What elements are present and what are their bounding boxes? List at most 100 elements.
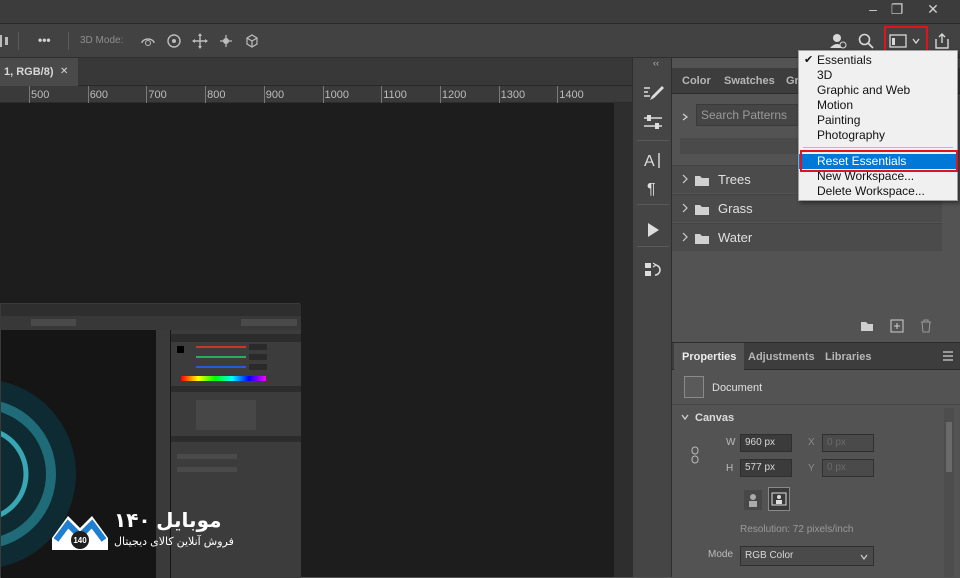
ruler-tick [498, 86, 500, 103]
ruler-tick [263, 86, 265, 103]
title-bar: ‒ ❐ ✕ [0, 0, 960, 24]
reset-essentials-highlight [800, 150, 958, 172]
adjustments-icon[interactable] [640, 110, 666, 134]
folder-label: Water [718, 230, 753, 245]
link-icon[interactable] [690, 446, 700, 464]
character-icon[interactable]: A [640, 148, 666, 172]
restore-button[interactable]: ❐ [880, 0, 914, 18]
ruler-tick [381, 86, 383, 103]
document-icon [684, 376, 704, 398]
ruler-tick [87, 86, 89, 103]
menu-item-3d[interactable]: 3D [799, 68, 957, 83]
user-icon[interactable] [828, 31, 848, 51]
chevron-down-icon [860, 554, 868, 560]
x-field[interactable]: 0 px [822, 434, 874, 452]
width-field[interactable]: 960 px [740, 434, 792, 452]
landscape-orientation-icon[interactable] [768, 487, 790, 511]
align-icon[interactable] [0, 33, 10, 49]
pattern-folder-water[interactable]: Water [672, 223, 942, 251]
svg-text:¶: ¶ [647, 181, 656, 198]
document-tab-title: 1, RGB/8) [4, 66, 54, 78]
ruler-label: 1000 [324, 89, 349, 101]
workspace-switcher-highlight [884, 26, 928, 52]
y-label: Y [808, 463, 815, 474]
y-field[interactable]: 0 px [822, 459, 874, 477]
menu-item-graphic-and-web[interactable]: Graphic and Web [799, 83, 957, 98]
properties-panel-tabs: Properties Adjustments Libraries [672, 342, 960, 371]
menu-item-essentials[interactable]: Essentials [799, 53, 957, 68]
chevron-right-icon[interactable] [680, 112, 690, 122]
search-icon[interactable] [856, 31, 876, 51]
3d-roll-icon[interactable] [164, 31, 184, 51]
close-tab-icon[interactable]: ✕ [60, 58, 68, 86]
pattern-toolbar [680, 138, 798, 154]
properties-scrollbar[interactable] [944, 408, 954, 577]
svg-text:A: A [644, 153, 655, 170]
new-group-icon[interactable] [860, 320, 874, 332]
ruler-tick [322, 86, 324, 103]
play-action-icon[interactable] [640, 218, 666, 242]
ruler-tick [557, 86, 559, 103]
portrait-orientation-icon[interactable] [744, 490, 762, 510]
logo-mark: 140 [52, 516, 108, 550]
3d-orbit-icon[interactable] [138, 31, 158, 51]
ruler-label: 800 [207, 89, 226, 101]
close-window-button[interactable]: ✕ [916, 0, 950, 18]
collapse-panels-icon[interactable]: ‹‹ [653, 58, 659, 68]
menu-item-motion[interactable]: Motion [799, 98, 957, 113]
new-pattern-icon[interactable] [890, 319, 904, 333]
ruler-label: 1200 [441, 89, 467, 101]
ruler-label: 1300 [500, 89, 526, 101]
ruler-label: 1100 [383, 89, 407, 101]
horizontal-ruler: 500 600 700 800 900 1000 1100 1200 1300 1400 [0, 86, 632, 103]
menu-separator [803, 147, 953, 148]
resolution-text: Resolution: 72 pixels/inch [740, 524, 854, 535]
divider [637, 140, 669, 141]
canvas-section-title: Canvas [695, 412, 735, 424]
ruler-tick [205, 86, 207, 103]
folder-label: Trees [718, 172, 751, 187]
menu-item-delete-workspace[interactable]: Delete Workspace... [799, 184, 957, 199]
ruler-tick [29, 86, 30, 103]
paragraph-icon[interactable]: ¶ [640, 176, 666, 200]
brush-settings-icon[interactable] [640, 82, 666, 106]
document-label: Document [712, 382, 763, 394]
more-options-button[interactable]: ••• [38, 33, 51, 47]
history-icon[interactable] [640, 258, 666, 282]
svg-text:140: 140 [73, 536, 87, 545]
tab-adjustments[interactable]: Adjustments [740, 343, 823, 371]
height-field[interactable]: 577 px [740, 459, 792, 477]
mode-label: Mode [708, 549, 734, 560]
chevron-down-icon[interactable] [680, 412, 690, 422]
panel-menu-icon[interactable] [942, 351, 954, 361]
tab-swatches[interactable]: Swatches [716, 68, 783, 94]
3d-slide-icon[interactable] [216, 31, 236, 51]
workspace-menu: ✔ Essentials 3D Graphic and Web Motion P… [798, 50, 958, 201]
width-label: W [726, 437, 736, 448]
height-label: H [726, 463, 734, 474]
panel-icon-strip: ‹‹ A ¶ [632, 58, 672, 577]
logo-tagline: فروش آنلاین کالای دیجیتال [114, 536, 234, 548]
3d-scale-icon[interactable] [242, 31, 262, 51]
x-label: X [808, 437, 815, 448]
menu-item-photography[interactable]: Photography [799, 128, 957, 143]
mode-select-value: RGB Color [745, 550, 794, 561]
tab-color[interactable]: Color [674, 68, 719, 94]
tab-properties[interactable]: Properties [674, 343, 745, 371]
folder-icon [695, 234, 709, 244]
trash-icon[interactable] [919, 319, 933, 333]
pasteboard [0, 103, 632, 578]
mode-select[interactable]: RGB Color [740, 546, 874, 566]
3d-pan-icon[interactable] [190, 31, 210, 51]
divider [18, 32, 19, 50]
menu-item-painting[interactable]: Painting [799, 113, 957, 128]
divider [637, 204, 669, 205]
divider [68, 32, 69, 50]
ruler-label: 1400 [559, 89, 584, 101]
document-tab[interactable]: 1, RGB/8) ✕ [0, 58, 78, 86]
divider [672, 404, 960, 405]
share-icon[interactable] [932, 31, 952, 51]
watermark-logo: 140 موبایل ۱۴۰ فروش آنلاین کالای دیجیتال [50, 508, 240, 558]
patterns-search-input[interactable]: Search Patterns [696, 104, 800, 126]
tab-libraries[interactable]: Libraries [817, 343, 879, 371]
